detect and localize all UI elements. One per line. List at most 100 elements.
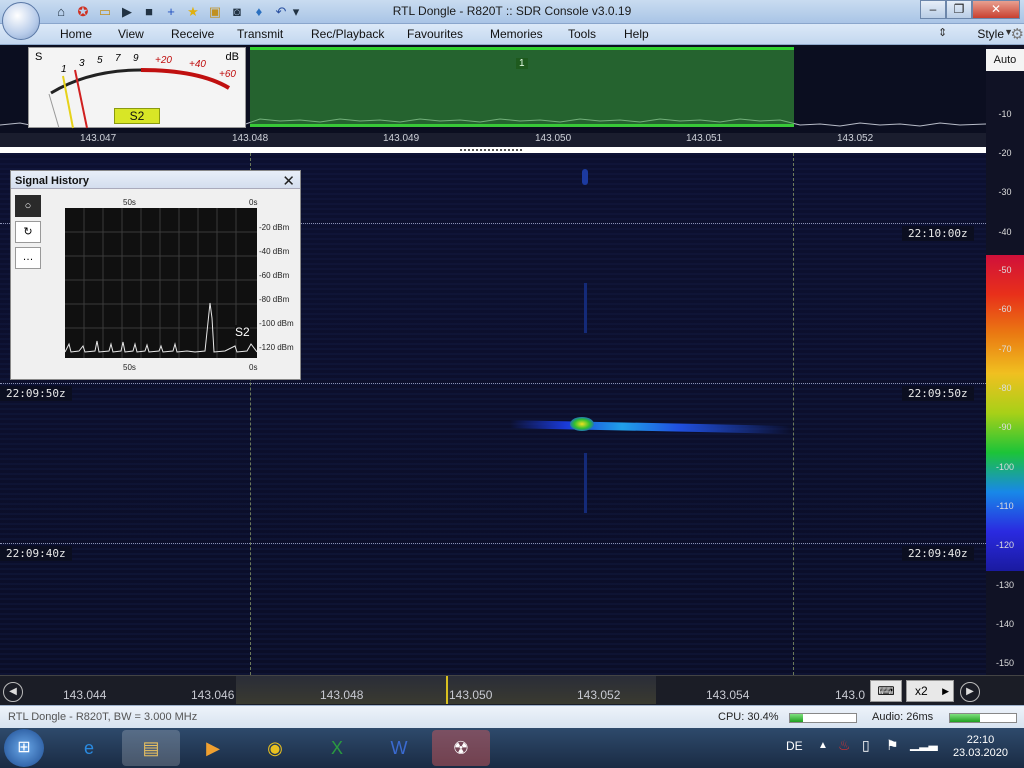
scale-label: -140 — [995, 619, 1014, 629]
history-db-label: -100 dBm — [259, 319, 294, 328]
drop-icon[interactable]: ♦ — [250, 3, 268, 21]
history-grid — [64, 208, 258, 358]
carrier-trace — [582, 169, 588, 185]
lock-icon[interactable]: ▣ — [206, 3, 224, 21]
scale-label: -110 — [996, 501, 1014, 511]
scroll-left-icon[interactable]: ◀ — [3, 682, 23, 702]
taskbar-clock[interactable]: 22:10 23.03.2020 — [953, 734, 1008, 760]
menu-home[interactable]: Home — [60, 27, 92, 41]
menu-receive[interactable]: Receive — [171, 27, 214, 41]
start-button[interactable]: ⊞ — [4, 729, 44, 767]
menu-favourites[interactable]: Favourites — [407, 27, 463, 41]
maximize-button[interactable]: ❐ — [946, 0, 972, 19]
history-db-label: -40 dBm — [259, 247, 290, 256]
menu-bar: Home View Receive Transmit Rec/Playback … — [0, 24, 1024, 45]
sdr-console-icon[interactable]: ☢ — [432, 730, 490, 766]
device-status: RTL Dongle - R820T, BW = 3.000 MHz — [8, 711, 198, 723]
network-tray-icon[interactable]: ▁▂▃ — [910, 737, 938, 751]
record-icon[interactable]: ○ — [15, 195, 41, 217]
audio-meter-fill — [950, 714, 980, 722]
overview-frequency-label: 143.052 — [577, 688, 621, 702]
zoom-selector[interactable]: x2 ▶ — [906, 680, 954, 702]
scale-label: -90 — [998, 422, 1012, 432]
stop-icon[interactable]: ■ — [140, 3, 158, 21]
tuned-frequency-marker — [446, 676, 448, 704]
play-icon[interactable]: ▶ — [118, 3, 136, 21]
overview-frequency-label: 143.044 — [63, 688, 107, 702]
carrier-trace — [584, 453, 587, 513]
level-scale[interactable]: Auto -10 -20 -30 -40 -50 -60 -70 -80 -90… — [986, 45, 1024, 675]
folder-icon[interactable]: ▭ — [96, 3, 114, 21]
clock-date: 23.03.2020 — [952, 747, 1008, 759]
more-options-icon[interactable]: … — [15, 247, 41, 269]
excel-icon[interactable]: X — [308, 730, 366, 766]
scale-label: -150 — [995, 658, 1014, 668]
add-icon[interactable]: + — [162, 3, 180, 21]
explorer-icon[interactable]: ▤ — [122, 730, 180, 766]
frequency-tick-label: 143.048 — [232, 133, 269, 144]
carrier-trace — [584, 283, 587, 333]
cpu-meter-fill — [790, 714, 804, 722]
camera-icon[interactable]: ◙ — [228, 3, 246, 21]
quick-access-dropdown-icon[interactable]: ▾ — [290, 3, 302, 21]
close-button[interactable]: ✕ — [972, 0, 1020, 19]
spectrum-frequency-axis: 143.047 143.048 143.049 143.050 143.051 … — [0, 133, 986, 147]
history-time-label: 0s — [249, 363, 258, 372]
style-menu[interactable]: Style — [977, 27, 1004, 41]
overview-frequency-label: 143.0 — [835, 688, 866, 702]
chrome-icon[interactable]: ◉ — [246, 730, 304, 766]
home-icon[interactable]: ⌂ — [52, 3, 70, 21]
waterfall-colorbar — [986, 255, 1024, 571]
audio-status: Audio: 26ms — [872, 711, 934, 723]
menu-transmit[interactable]: Transmit — [237, 27, 283, 41]
zoom-arrow-icon: ▶ — [942, 686, 949, 696]
history-s-reading: S2 — [235, 325, 250, 339]
scroll-right-icon[interactable]: ▶ — [960, 682, 980, 702]
star-icon[interactable]: ★ — [184, 3, 202, 21]
minimize-button[interactable]: ‒ — [920, 0, 946, 19]
frequency-overview-bar[interactable]: ◀ 143.044 143.046 143.048 143.050 143.05… — [0, 675, 1024, 705]
word-icon[interactable]: W — [370, 730, 428, 766]
overview-frequency-label: 143.054 — [706, 688, 750, 702]
undo-icon[interactable]: ↶ — [272, 3, 290, 21]
help-ring-icon[interactable]: ✪ — [74, 3, 92, 21]
show-hidden-icons[interactable]: ▲ — [818, 740, 828, 751]
scale-label: -80 — [998, 383, 1012, 393]
auto-level-button[interactable]: Auto — [986, 49, 1024, 71]
media-player-icon[interactable]: ▶ — [184, 730, 242, 766]
scale-label: -30 — [998, 187, 1012, 197]
menu-memories[interactable]: Memories — [490, 27, 543, 41]
signal-history-plot — [64, 208, 258, 358]
overview-frequency-label: 143.050 — [449, 688, 493, 702]
signal-history-panel[interactable]: Signal History ✕ ○ ↻ … 50s 0s -20 dBm -4… — [10, 170, 301, 380]
panel-close-button[interactable]: ✕ — [282, 172, 295, 190]
flag-tray-icon[interactable]: ⚑ — [886, 737, 899, 754]
cpu-status: CPU: 30.4% — [718, 711, 779, 723]
application-menu-button[interactable] — [2, 2, 40, 40]
menu-help[interactable]: Help — [624, 27, 649, 41]
menu-view[interactable]: View — [118, 27, 144, 41]
scale-label: -40 — [998, 227, 1012, 237]
input-language[interactable]: DE — [786, 739, 803, 753]
scale-label: -60 — [998, 304, 1012, 314]
frequency-tick-label: 143.050 — [535, 133, 572, 144]
time-gridline — [0, 543, 986, 544]
device-tray-icon[interactable]: ▯ — [862, 737, 870, 754]
clock-time: 22:10 — [966, 734, 995, 746]
menu-rec-playback[interactable]: Rec/Playback — [311, 27, 384, 41]
keyboard-icon[interactable]: ⌨ — [870, 680, 902, 702]
menu-tools[interactable]: Tools — [568, 27, 596, 41]
scale-label: -10 — [998, 109, 1012, 119]
reset-icon[interactable]: ↻ — [15, 221, 41, 243]
acrobat-tray-icon[interactable]: ♨ — [838, 737, 851, 754]
overview-frequency-label: 143.048 — [320, 688, 364, 702]
frequency-tick-label: 143.049 — [383, 133, 420, 144]
receive-passband[interactable]: 1 — [250, 47, 794, 127]
vfo-number-label: 1 — [516, 58, 528, 69]
history-time-label: 0s — [249, 198, 258, 207]
settings-gear-icon[interactable]: ⚙ — [1011, 25, 1024, 43]
scale-label: -20 — [998, 148, 1012, 158]
internet-explorer-icon[interactable]: e — [60, 730, 118, 766]
style-scroll-icon[interactable]: ⇕ — [938, 26, 947, 39]
history-time-label: 50s — [123, 198, 136, 207]
